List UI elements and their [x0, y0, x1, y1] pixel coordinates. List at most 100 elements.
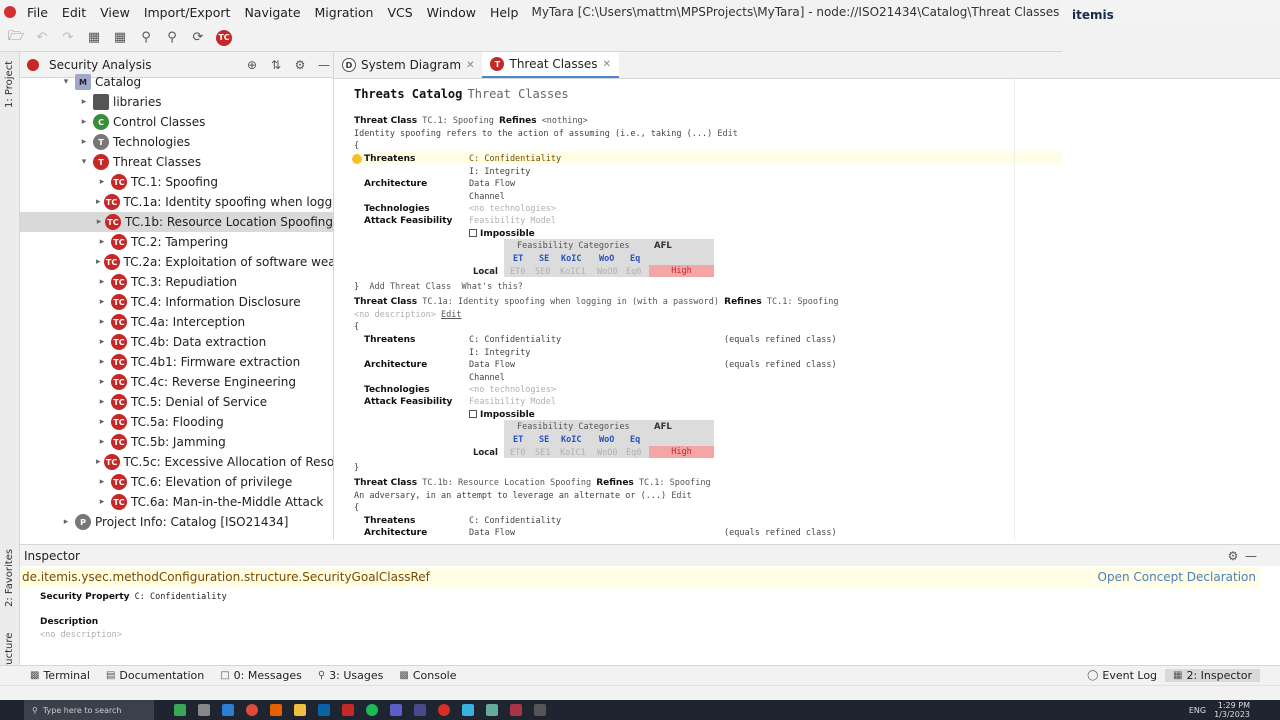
tree-item[interactable]: ▾ T Threat Classes	[20, 152, 333, 172]
tc1-name[interactable]: TC.1: Spoofing	[422, 116, 494, 126]
tc1b-refines[interactable]: TC.1: Spoofing	[639, 478, 711, 488]
terminal-tab[interactable]: ▩ Terminal	[22, 669, 98, 682]
tc1-refines[interactable]: <nothing>	[542, 116, 588, 126]
tree-item[interactable]: ▸ TC TC.1a: Identity spoofing when logging	[20, 192, 333, 212]
tc1-no-technologies[interactable]: <no technologies>	[469, 204, 556, 214]
chevron-right-icon[interactable]: ▸	[96, 417, 108, 427]
refresh-icon[interactable]: ⟳	[188, 28, 208, 48]
find-icon[interactable]: ⚲	[162, 28, 182, 48]
chevron-right-icon[interactable]: ▸	[96, 297, 108, 307]
tc-toolbar-button[interactable]: TC	[214, 28, 234, 48]
tc1b-arch-0[interactable]: Data Flow	[469, 528, 515, 538]
record-icon[interactable]	[438, 704, 450, 716]
taskbar-app-icon[interactable]	[174, 704, 186, 716]
outlook-icon[interactable]	[318, 704, 330, 716]
app-icon[interactable]	[486, 704, 498, 716]
project-panel-title[interactable]: Security Analysis	[49, 58, 152, 72]
teams-icon[interactable]	[390, 704, 402, 716]
tree-item[interactable]: ▸ TC TC.4: Information Disclosure	[20, 292, 333, 312]
undo-icon[interactable]: ↶	[32, 28, 52, 48]
tree-item[interactable]: ▸ P Project Info: Catalog [ISO21434]	[20, 512, 333, 532]
menu-navigate[interactable]: Navigate	[237, 5, 307, 20]
tab-system-diagram[interactable]: D System Diagram ✕	[334, 52, 482, 78]
tc1a-arch-0[interactable]: Data Flow	[469, 360, 515, 370]
task-view-icon[interactable]	[198, 704, 210, 716]
tc1b-threat-0[interactable]: C: Confidentiality	[469, 516, 561, 526]
itemis-app-icon[interactable]	[342, 704, 354, 716]
tc1a-refines[interactable]: TC.1: Spoofing	[767, 297, 839, 307]
chevron-down-icon[interactable]: ▾	[78, 157, 90, 167]
search-usages-icon[interactable]: ⚲	[136, 28, 156, 48]
security-property-value[interactable]: C: Confidentiality	[135, 592, 227, 602]
taskbar-clock[interactable]: 1:29 PM 1/3/2023	[1214, 701, 1250, 719]
app-icon[interactable]	[462, 704, 474, 716]
redo-icon[interactable]: ↷	[58, 28, 78, 48]
spotify-icon[interactable]	[366, 704, 378, 716]
tree-item[interactable]: ▸ TC TC.5a: Flooding	[20, 412, 333, 432]
menu-view[interactable]: View	[93, 5, 137, 20]
tab-threat-classes[interactable]: T Threat Classes ✕	[482, 52, 619, 78]
chevron-right-icon[interactable]: ▸	[78, 117, 90, 127]
tree-item[interactable]: ▸ TC TC.1b: Resource Location Spoofing	[20, 212, 333, 232]
tc1-threat-1[interactable]: I: Integrity	[469, 167, 530, 177]
tc1-arch-1[interactable]: Channel	[469, 192, 505, 202]
tc1b-name[interactable]: TC.1b: Resource Location Spoofing	[422, 478, 591, 488]
app-icon[interactable]	[534, 704, 546, 716]
chevron-right-icon[interactable]: ▸	[60, 517, 72, 527]
tc1-impossible-checkbox[interactable]: Impossible	[469, 229, 535, 239]
obs-icon[interactable]	[414, 704, 426, 716]
tc1a-name[interactable]: TC.1a: Identity spoofing when logging in…	[422, 297, 719, 307]
editor-content[interactable]: Threats Catalog Threat Classes Threat Cl…	[334, 79, 1280, 540]
file-explorer-icon[interactable]	[294, 704, 306, 716]
chevron-right-icon[interactable]: ▸	[96, 237, 108, 247]
tree-item[interactable]: ▾ M Catalog	[20, 72, 333, 92]
menu-import-export[interactable]: Import/Export	[137, 5, 238, 20]
gear-icon[interactable]: ⚙	[291, 58, 309, 72]
chevron-right-icon[interactable]: ▸	[96, 317, 108, 327]
chevron-right-icon[interactable]: ▸	[96, 437, 108, 447]
edit-link[interactable]: Edit	[671, 491, 691, 501]
app-icon[interactable]	[510, 704, 522, 716]
favorites-tool-tab[interactable]: 2: Favorites	[4, 549, 15, 607]
chevron-right-icon[interactable]: ▸	[96, 177, 108, 187]
tc1-threat-0[interactable]: C: Confidentiality	[469, 154, 561, 164]
close-icon[interactable]: ✕	[466, 60, 474, 71]
tree-item[interactable]: ▸ TC TC.4b1: Firmware extraction	[20, 352, 333, 372]
gear-icon[interactable]: ⚙	[1224, 549, 1242, 563]
tree-item[interactable]: ▸ TC TC.1: Spoofing	[20, 172, 333, 192]
chevron-right-icon[interactable]: ▸	[96, 457, 101, 467]
console-tab[interactable]: ▩ Console	[391, 669, 464, 682]
chevron-right-icon[interactable]: ▸	[96, 337, 108, 347]
tree-item[interactable]: ▸ TC TC.5: Denial of Service	[20, 392, 333, 412]
chevron-right-icon[interactable]: ▸	[96, 197, 101, 207]
tree-item[interactable]: ▸ TC TC.6a: Man-in-the-Middle Attack	[20, 492, 333, 512]
tc1a-threat-1[interactable]: I: Integrity	[469, 348, 530, 358]
tree-item[interactable]: ▸ TC TC.4a: Interception	[20, 312, 333, 332]
taskbar-language[interactable]: ENG	[1189, 706, 1206, 715]
minimize-icon[interactable]: —	[315, 58, 333, 72]
tree-item[interactable]: ▸ T Technologies	[20, 132, 333, 152]
documentation-tab[interactable]: ▤ Documentation	[98, 669, 212, 682]
chevron-right-icon[interactable]: ▸	[96, 397, 108, 407]
tc1a-impossible-checkbox[interactable]: Impossible	[469, 410, 535, 420]
module-icon[interactable]: ▦	[84, 28, 104, 48]
tree-item[interactable]: ▸ TC TC.5b: Jamming	[20, 432, 333, 452]
messages-tab[interactable]: □ 0: Messages	[212, 669, 310, 682]
locate-icon[interactable]: ⊕	[243, 58, 261, 72]
tc1a-arch-1[interactable]: Channel	[469, 373, 505, 383]
chevron-right-icon[interactable]: ▸	[96, 497, 108, 507]
open-concept-declaration-link[interactable]: Open Concept Declaration	[1098, 570, 1257, 584]
tree-item[interactable]: ▸ TC TC.6: Elevation of privilege	[20, 472, 333, 492]
chevron-right-icon[interactable]: ▸	[96, 477, 108, 487]
firefox-icon[interactable]	[270, 704, 282, 716]
inspector-title[interactable]: Inspector	[24, 549, 80, 563]
whats-this-link[interactable]: What's this?	[462, 282, 523, 292]
tree-item[interactable]: ▸ TC TC.2: Tampering	[20, 232, 333, 252]
menu-migration[interactable]: Migration	[308, 5, 381, 20]
taskbar-search[interactable]: ⚲ Type here to search	[24, 700, 154, 720]
inspector-tab[interactable]: ▦ 2: Inspector	[1165, 669, 1260, 682]
chevron-right-icon[interactable]: ▸	[96, 357, 108, 367]
inspector-body[interactable]: Security Property C: Confidentiality Des…	[20, 587, 1280, 665]
close-icon[interactable]: ✕	[603, 59, 611, 70]
menu-file[interactable]: File	[20, 5, 55, 20]
